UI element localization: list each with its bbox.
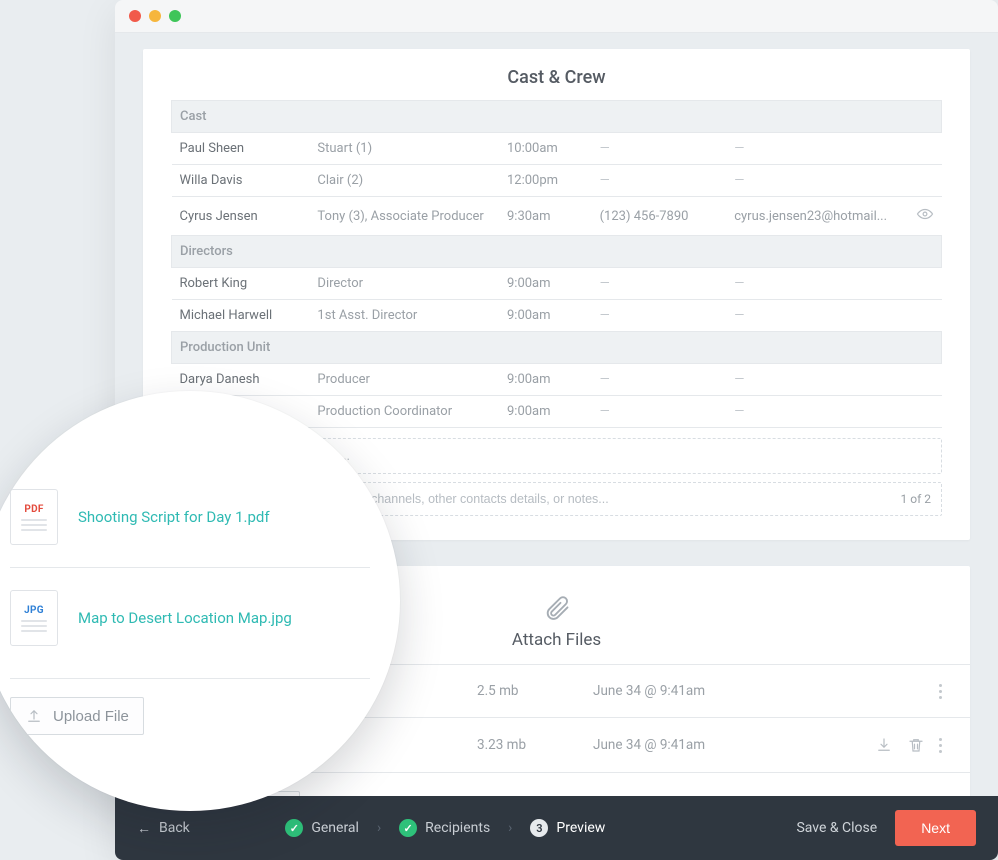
attachment-size: 3.23 mb [477,737,577,753]
cell-time: 10:00am [499,133,592,165]
cell-visibility [895,300,941,332]
wizard-step-preview[interactable]: 3 Preview [530,819,605,837]
cell-visibility [895,268,941,300]
cell-visibility[interactable] [895,197,941,236]
cell-name: Cyrus Jensen [172,197,310,236]
cell-email: — [726,165,895,197]
cell-phone: — [592,300,727,332]
cell-time: 9:00am [499,268,592,300]
cell-visibility [895,133,941,165]
save-close-button[interactable]: Save & Close [796,820,877,836]
group-header: Directors [172,236,942,268]
download-icon[interactable] [875,736,893,754]
cell-phone: — [592,133,727,165]
paperclip-icon [543,594,571,622]
cell-role: Clair (2) [309,165,499,197]
chevron-right-icon: › [508,820,512,836]
table-row[interactable]: Paul SheenStuart (1)10:00am—— [172,133,942,165]
window-titlebar [115,0,998,33]
table-row[interactable]: Michael Harwell1st Asst. Director9:00am—… [172,300,942,332]
step-number: 3 [530,819,548,837]
cell-name: Willa Davis [172,165,310,197]
callout-file-name: Shooting Script for Day 1.pdf [78,508,270,526]
group-header: Cast [172,101,942,133]
cell-email: — [726,364,895,396]
upload-icon [25,707,43,725]
cell-email: — [726,268,895,300]
cell-name: Paul Sheen [172,133,310,165]
cell-time: 9:30am [499,197,592,236]
wizard-step-recipients[interactable]: ✓ Recipients [399,819,490,837]
eye-icon[interactable] [916,205,934,223]
cell-name: Michael Harwell [172,300,310,332]
chevron-right-icon: › [377,820,381,836]
wizard-step-general[interactable]: ✓ General [285,819,359,837]
callout-file-name: Map to Desert Location Map.jpg [78,609,292,627]
cell-phone: (123) 456-7890 [592,197,727,236]
table-row[interactable]: Cyrus JensenTony (3), Associate Producer… [172,197,942,236]
cell-role: Stuart (1) [309,133,499,165]
cell-role: Director [309,268,499,300]
trash-icon[interactable] [907,736,925,754]
cell-phone: — [592,396,727,428]
table-row[interactable]: Willa DavisClair (2)12:00pm—— [172,165,942,197]
check-icon: ✓ [285,819,303,837]
attachment-date: June 34 @ 9:41am [593,683,923,699]
cell-role: 1st Asst. Director [309,300,499,332]
cell-time: 9:00am [499,364,592,396]
arrow-left-icon: ← [137,820,151,837]
file-type-icon: JPG [10,590,58,646]
cell-visibility [895,396,941,428]
callout-file-row[interactable]: PDF Shooting Script for Day 1.pdf [10,467,370,567]
zoom-callout: PDF Shooting Script for Day 1.pdf JPG Map t… [0,391,400,811]
page-counter: 1 of 2 [901,492,931,506]
more-icon[interactable] [939,736,942,754]
cell-email: — [726,396,895,428]
cell-visibility [895,364,941,396]
cell-time: 9:00am [499,300,592,332]
minimize-icon[interactable] [149,10,161,22]
cell-phone: — [592,165,727,197]
back-button[interactable]: ← Back [137,820,190,837]
attachment-date: June 34 @ 9:41am [593,737,859,753]
wizard-steps: ✓ General › ✓ Recipients › 3 Preview [285,819,605,837]
step-label: General [311,820,359,836]
close-icon[interactable] [129,10,141,22]
attachment-size: 2.5 mb [477,683,577,699]
cell-phone: — [592,364,727,396]
cell-name: Robert King [172,268,310,300]
step-label: Preview [556,820,605,836]
cell-email: — [726,300,895,332]
back-label: Back [159,820,190,836]
callout-upload-button[interactable]: Upload File [10,697,144,735]
attach-title: Attach Files [512,630,601,650]
cell-phone: — [592,268,727,300]
cell-time: 9:00am [499,396,592,428]
zoom-icon[interactable] [169,10,181,22]
check-icon: ✓ [399,819,417,837]
cell-email: cyrus.jensen23@hotmail... [726,197,895,236]
cell-email: — [726,133,895,165]
table-row[interactable]: Robert KingDirector9:00am—— [172,268,942,300]
group-header: Production Unit [172,332,942,364]
cast-crew-table: CastPaul SheenStuart (1)10:00am——Willa D… [171,100,942,428]
callout-file-row[interactable]: JPG Map to Desert Location Map.jpg [10,567,370,668]
section-title: Cast & Crew [171,67,942,88]
step-label: Recipients [425,820,490,836]
cell-visibility [895,165,941,197]
callout-upload-label: Upload File [53,708,129,725]
cell-role: Tony (3), Associate Producer [309,197,499,236]
file-type-icon: PDF [10,489,58,545]
next-button[interactable]: Next [895,810,976,846]
cell-time: 12:00pm [499,165,592,197]
more-icon[interactable] [939,684,942,699]
